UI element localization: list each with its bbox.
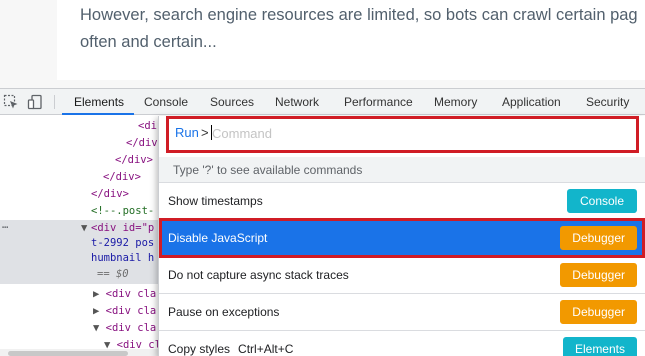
- command-item-copy-styles[interactable]: Copy styles Ctrl+Alt+C Elements: [159, 331, 645, 356]
- command-prompt-symbol: >: [201, 125, 209, 140]
- tab-sources[interactable]: Sources: [210, 89, 254, 115]
- tab-elements[interactable]: Elements: [74, 89, 124, 115]
- tab-application[interactable]: Application: [502, 89, 561, 115]
- category-badge-debugger: Debugger: [560, 300, 637, 324]
- device-toolbar-icon[interactable]: [27, 94, 43, 110]
- command-prefix: Run: [175, 125, 199, 140]
- category-badge-debugger: Debugger: [560, 226, 637, 250]
- command-item-async-stack-traces[interactable]: Do not capture async stack traces Debugg…: [159, 257, 645, 294]
- expand-triangle-icon[interactable]: ▶: [93, 288, 99, 300]
- toolbar-separator: [54, 95, 55, 109]
- devtools-tab-bar: Elements Console Sources Network Perform…: [0, 89, 645, 115]
- horizontal-scrollbar[interactable]: [0, 349, 158, 356]
- collapse-triangle-icon[interactable]: ▼: [93, 322, 99, 334]
- scrollbar-thumb[interactable]: [8, 351, 128, 356]
- tab-performance[interactable]: Performance: [344, 89, 413, 115]
- command-item-disable-javascript[interactable]: Disable JavaScript Debugger: [159, 220, 645, 257]
- article-line-1: However, search engine resources are lim…: [80, 6, 638, 24]
- command-item-pause-on-exceptions[interactable]: Pause on exceptions Debugger: [159, 294, 645, 331]
- dom-line[interactable]: ▶ <div cla: [93, 303, 156, 320]
- category-badge-console: Console: [567, 189, 637, 213]
- article-text: However, search engine resources are lim…: [80, 2, 645, 56]
- collapse-triangle-icon[interactable]: ▼: [81, 220, 87, 237]
- tab-memory[interactable]: Memory: [434, 89, 477, 115]
- command-input[interactable]: [212, 123, 612, 143]
- command-input-box[interactable]: Run >: [166, 116, 639, 153]
- keyboard-shortcut: Ctrl+Alt+C: [238, 342, 294, 356]
- dom-line[interactable]: ▼ <div cla: [93, 320, 156, 337]
- article-area: However, search engine resources are lim…: [0, 0, 645, 88]
- elements-dom-tree: <di </div> </div> </div> </div> <!--.pos…: [0, 116, 158, 356]
- dom-line[interactable]: </div>: [115, 152, 153, 169]
- tab-security[interactable]: Security: [586, 89, 629, 115]
- tab-network[interactable]: Network: [275, 89, 319, 115]
- command-hint-text: Type '?' to see available commands: [173, 163, 363, 177]
- devtools-panel: Elements Console Sources Network Perform…: [0, 88, 645, 356]
- command-hint-bar: Type '?' to see available commands: [159, 157, 645, 183]
- dom-line[interactable]: </div>: [91, 186, 129, 203]
- tab-console[interactable]: Console: [144, 89, 188, 115]
- dom-selected-node[interactable]: … ▼ <div id="p t-2992 pos humbnail h == …: [0, 217, 158, 284]
- category-badge-elements: Elements: [562, 337, 637, 356]
- more-actions-icon[interactable]: …: [2, 217, 8, 234]
- article-line-2: often and certain...: [80, 33, 217, 51]
- command-item-label: Copy styles: [168, 342, 231, 356]
- inspect-element-icon[interactable]: [3, 94, 19, 110]
- dom-line[interactable]: </div>: [103, 169, 141, 186]
- dom-line[interactable]: ▶ <div cla: [93, 286, 156, 303]
- expand-triangle-icon[interactable]: ▶: [93, 305, 99, 317]
- command-item-show-timestamps[interactable]: Show timestamps Console: [159, 183, 645, 220]
- dom-line[interactable]: <di: [138, 118, 157, 135]
- active-tab-indicator: [62, 113, 134, 115]
- command-menu: Run > Type '?' to see available commands…: [158, 116, 645, 356]
- dom-line[interactable]: <!--.post-: [91, 203, 154, 220]
- category-badge-debugger: Debugger: [560, 263, 637, 287]
- dom-line[interactable]: </div>: [126, 135, 158, 152]
